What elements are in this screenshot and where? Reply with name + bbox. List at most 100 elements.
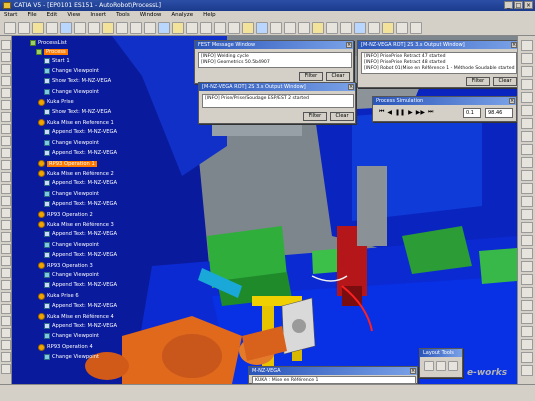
- tree-item[interactable]: Append Text: M-NZ-VEGA: [44, 323, 117, 330]
- maximize-button[interactable]: □: [514, 1, 523, 9]
- left-tool-icon[interactable]: [1, 220, 11, 230]
- toolbar-button-icon[interactable]: [74, 21, 86, 34]
- left-tool-icon[interactable]: [1, 100, 11, 110]
- toolbar-button-icon[interactable]: [340, 21, 352, 34]
- tree-item[interactable]: Show Text: M-NZ-VEGA: [44, 78, 111, 85]
- close-icon[interactable]: ×: [348, 84, 354, 90]
- tree-item[interactable]: Kuka Mise en Référence 3: [38, 221, 114, 229]
- right-tool-icon[interactable]: [521, 248, 533, 259]
- right-tool-icon[interactable]: [521, 170, 533, 181]
- filter-button[interactable]: Filter: [303, 112, 327, 121]
- right-tool-icon[interactable]: [521, 339, 533, 350]
- right-tool-icon[interactable]: [521, 222, 533, 233]
- close-icon[interactable]: ×: [511, 42, 517, 48]
- step-back-icon[interactable]: ◀: [387, 109, 392, 116]
- left-tool-icon[interactable]: [1, 40, 11, 50]
- right-tool-icon[interactable]: [521, 105, 533, 116]
- menu-edit[interactable]: Edit: [47, 11, 58, 20]
- tree-item[interactable]: Kuka Mise en Référence 2: [38, 170, 114, 178]
- toolbar-button-icon[interactable]: [326, 21, 338, 34]
- tree-process[interactable]: Process: [36, 49, 68, 55]
- 3d-viewport[interactable]: ProcessList Process Start 1 Change Viewpo…: [12, 36, 517, 384]
- right-tool-icon[interactable]: [521, 274, 533, 285]
- toolbar-button-icon[interactable]: [130, 21, 142, 34]
- toolbar-button-icon[interactable]: [46, 21, 58, 34]
- toolbar-button-icon[interactable]: [158, 21, 170, 34]
- toolbar-button-icon[interactable]: [312, 21, 324, 34]
- toolbar-button-icon[interactable]: [102, 21, 114, 34]
- toolbar-button-icon[interactable]: [60, 21, 72, 34]
- percent-input[interactable]: 98.46: [485, 108, 513, 118]
- toolbar-button-icon[interactable]: [228, 21, 240, 34]
- left-tool-icon[interactable]: [1, 196, 11, 206]
- left-tool-icon[interactable]: [1, 316, 11, 326]
- left-tool-icon[interactable]: [1, 268, 11, 278]
- output-window-1[interactable]: [M-NZ-VEGA ROT] 2S 3.s Output Window] × …: [357, 40, 517, 88]
- close-button[interactable]: ×: [524, 1, 533, 9]
- tree-item[interactable]: Change Viewpoint: [44, 333, 99, 340]
- left-tool-icon[interactable]: [1, 304, 11, 314]
- left-tool-icon[interactable]: [1, 184, 11, 194]
- left-tool-icon[interactable]: [1, 352, 11, 362]
- right-tool-icon[interactable]: [521, 209, 533, 220]
- tree-root[interactable]: ProcessList: [30, 40, 67, 46]
- tree-item[interactable]: Append Text: M-NZ-VEGA: [44, 129, 117, 136]
- right-tool-icon[interactable]: [521, 235, 533, 246]
- right-tool-icon[interactable]: [521, 144, 533, 155]
- tree-item[interactable]: Append Text: M-NZ-VEGA: [44, 251, 117, 258]
- tree-item[interactable]: Append Text: M-NZ-VEGA: [44, 302, 117, 309]
- right-tool-icon[interactable]: [521, 326, 533, 337]
- filter-button[interactable]: Filter: [299, 72, 323, 81]
- right-tool-icon[interactable]: [521, 313, 533, 324]
- clear-button[interactable]: Clear: [330, 112, 354, 121]
- toolbar-button-icon[interactable]: [88, 21, 100, 34]
- tree-item[interactable]: Kuka Mise en Reference 1: [38, 119, 114, 127]
- right-tool-icon[interactable]: [521, 157, 533, 168]
- process-simulation-panel[interactable]: Process Simulation × ⏮ ◀ ❚❚ ▶ ▶▶ ⏭ 0.1 9…: [372, 96, 517, 122]
- toolbar-button-icon[interactable]: [144, 21, 156, 34]
- toolbar-button-icon[interactable]: [116, 21, 128, 34]
- right-tool-icon[interactable]: [521, 40, 533, 51]
- step-forward-icon[interactable]: ▶▶: [416, 109, 425, 116]
- right-tool-icon[interactable]: [521, 66, 533, 77]
- clear-button[interactable]: Clear: [326, 72, 350, 81]
- fest-message-window[interactable]: FEST Message Window × [INFO] Welding cyc…: [194, 40, 354, 84]
- left-tool-icon[interactable]: [1, 328, 11, 338]
- right-tool-icon[interactable]: [521, 261, 533, 272]
- left-tool-icon[interactable]: [1, 88, 11, 98]
- right-tool-icon[interactable]: [521, 287, 533, 298]
- toolbar-button-icon[interactable]: [172, 21, 184, 34]
- right-tool-icon[interactable]: [521, 196, 533, 207]
- layout-tool-icon[interactable]: [436, 361, 446, 371]
- menu-help[interactable]: Help: [203, 11, 216, 20]
- menu-start[interactable]: Start: [4, 11, 17, 20]
- toolbar-button-icon[interactable]: [256, 21, 268, 34]
- tree-item[interactable]: Append Text: M-NZ-VEGA: [44, 200, 117, 207]
- left-tool-icon[interactable]: [1, 172, 11, 182]
- toolbar-button-icon[interactable]: [298, 21, 310, 34]
- left-tool-icon[interactable]: [1, 160, 11, 170]
- tree-item[interactable]: RP93 Operation 2: [38, 211, 93, 218]
- tree-item[interactable]: Append Text: M-NZ-VEGA: [44, 282, 117, 289]
- tree-item[interactable]: Change Viewpoint: [44, 353, 99, 360]
- pause-icon[interactable]: ❚❚: [395, 109, 405, 116]
- right-tool-icon[interactable]: [521, 131, 533, 142]
- toolbar-button-icon[interactable]: [32, 21, 44, 34]
- tree-item[interactable]: Kuka Prise 6: [38, 292, 79, 300]
- left-tool-icon[interactable]: [1, 292, 11, 302]
- close-icon[interactable]: ×: [346, 42, 352, 48]
- toolbar-button-icon[interactable]: [368, 21, 380, 34]
- clear-button[interactable]: Clear: [493, 77, 517, 86]
- tree-item[interactable]: Start 1: [44, 58, 70, 64]
- left-tool-icon[interactable]: [1, 112, 11, 122]
- tree-item[interactable]: Change Viewpoint: [44, 241, 99, 248]
- bottom-output-window[interactable]: M-NZ-VEGA × KUKA : Mise en Référence 1: [248, 366, 418, 384]
- toolbar-button-icon[interactable]: [18, 21, 30, 34]
- tree-item[interactable]: Kuka Prise: [38, 98, 74, 106]
- toolbar-button-icon[interactable]: [270, 21, 282, 34]
- left-tool-icon[interactable]: [1, 280, 11, 290]
- tree-item[interactable]: Change Viewpoint: [44, 190, 99, 197]
- right-tool-icon[interactable]: [521, 79, 533, 90]
- tree-item[interactable]: Change Viewpoint: [44, 68, 99, 75]
- left-tool-icon[interactable]: [1, 364, 11, 374]
